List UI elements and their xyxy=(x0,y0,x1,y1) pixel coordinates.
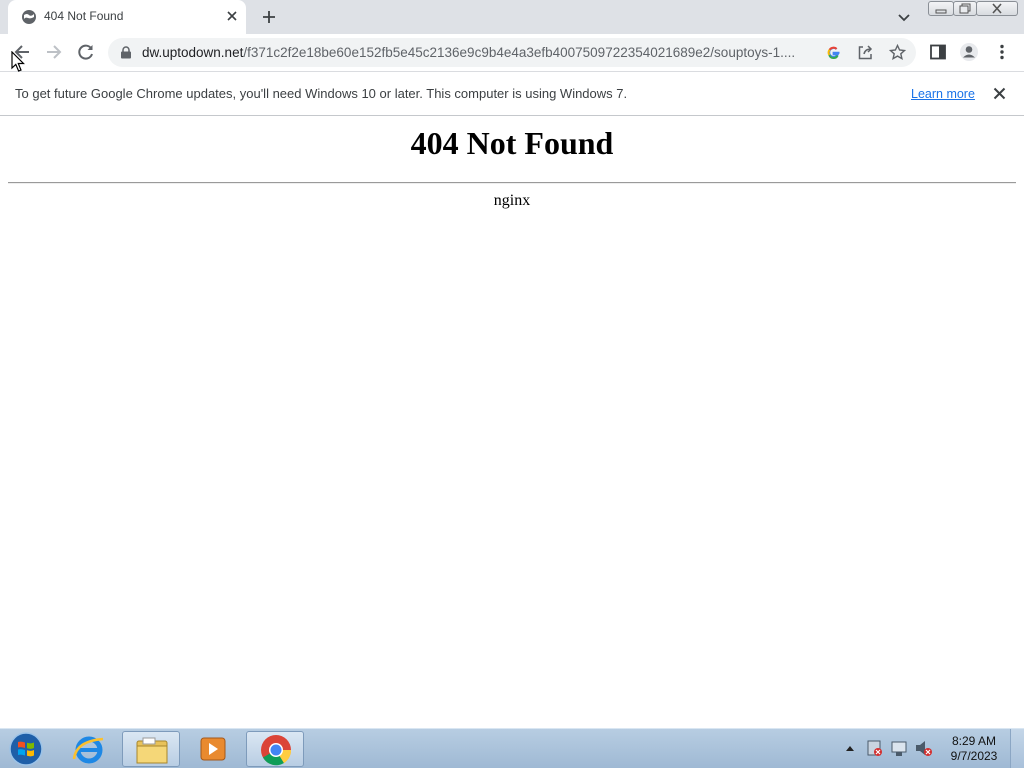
minimize-icon xyxy=(935,9,947,14)
action-center-icon[interactable] xyxy=(867,740,882,756)
taskbar-ie[interactable] xyxy=(60,731,118,767)
reload-icon[interactable] xyxy=(76,42,96,62)
mouse-cursor-icon xyxy=(11,51,25,72)
taskbar-media-player[interactable] xyxy=(184,731,242,767)
url-path: /f371c2f2e18be60e152fb5e45c2136e9c9b4e4a… xyxy=(243,45,796,60)
tab-strip: 404 Not Found xyxy=(0,0,1024,34)
restore-button[interactable] xyxy=(953,1,977,16)
menu-icon[interactable] xyxy=(992,42,1012,62)
tray-expand-icon[interactable] xyxy=(846,746,854,751)
close-icon[interactable] xyxy=(224,8,240,24)
network-icon[interactable] xyxy=(891,741,907,756)
minimize-button[interactable] xyxy=(928,1,954,16)
page-content: 404 Not Found nginx xyxy=(0,117,1024,728)
chrome-icon xyxy=(261,735,292,766)
globe-icon xyxy=(22,10,36,24)
browser-toolbar: dw.uptodown.net/f371c2f2e18be60e152fb5e4… xyxy=(0,34,1024,71)
star-icon[interactable] xyxy=(889,44,906,61)
ie-icon xyxy=(72,736,104,764)
system-tray[interactable] xyxy=(842,737,942,759)
infobar-message: To get future Google Chrome updates, you… xyxy=(15,86,628,101)
url-text[interactable]: dw.uptodown.net/f371c2f2e18be60e152fb5e4… xyxy=(142,45,814,60)
taskbar: 8:29 AM 9/7/2023 xyxy=(0,728,1024,768)
window-close-button[interactable] xyxy=(976,1,1018,16)
clock-date: 9/7/2023 xyxy=(950,749,998,763)
url-host: dw.uptodown.net xyxy=(142,45,244,60)
windows-start-icon[interactable] xyxy=(6,731,46,767)
learn-more-link[interactable]: Learn more xyxy=(911,87,975,101)
volume-icon[interactable] xyxy=(916,741,932,756)
close-icon xyxy=(992,3,1002,14)
window-controls xyxy=(928,0,1024,18)
server-name: nginx xyxy=(493,192,531,209)
taskbar-explorer[interactable] xyxy=(122,731,180,767)
explorer-icon xyxy=(136,737,168,764)
update-infobar: To get future Google Chrome updates, you… xyxy=(0,71,1024,116)
forward-icon[interactable] xyxy=(44,42,64,62)
address-bar[interactable]: dw.uptodown.net/f371c2f2e18be60e152fb5e4… xyxy=(108,38,916,67)
restore-icon xyxy=(959,3,971,14)
page-title: 404 Not Found xyxy=(410,125,614,161)
tab-404[interactable]: 404 Not Found xyxy=(8,0,246,34)
tab-title: 404 Not Found xyxy=(44,9,124,23)
google-icon[interactable] xyxy=(825,44,842,61)
plus-icon[interactable] xyxy=(260,8,278,26)
clock[interactable]: 8:29 AM 9/7/2023 xyxy=(944,734,1004,764)
media-player-icon xyxy=(200,737,226,761)
clock-time: 8:29 AM xyxy=(951,734,997,748)
profile-icon[interactable] xyxy=(959,42,979,62)
close-icon[interactable] xyxy=(992,86,1007,101)
show-desktop-button[interactable] xyxy=(1010,729,1024,768)
share-icon[interactable] xyxy=(857,44,874,61)
taskbar-chrome[interactable] xyxy=(246,731,304,767)
chevron-down-icon[interactable] xyxy=(896,9,912,25)
lock-icon[interactable] xyxy=(120,46,132,59)
divider xyxy=(8,182,1016,184)
side-panel-icon[interactable] xyxy=(928,42,948,62)
